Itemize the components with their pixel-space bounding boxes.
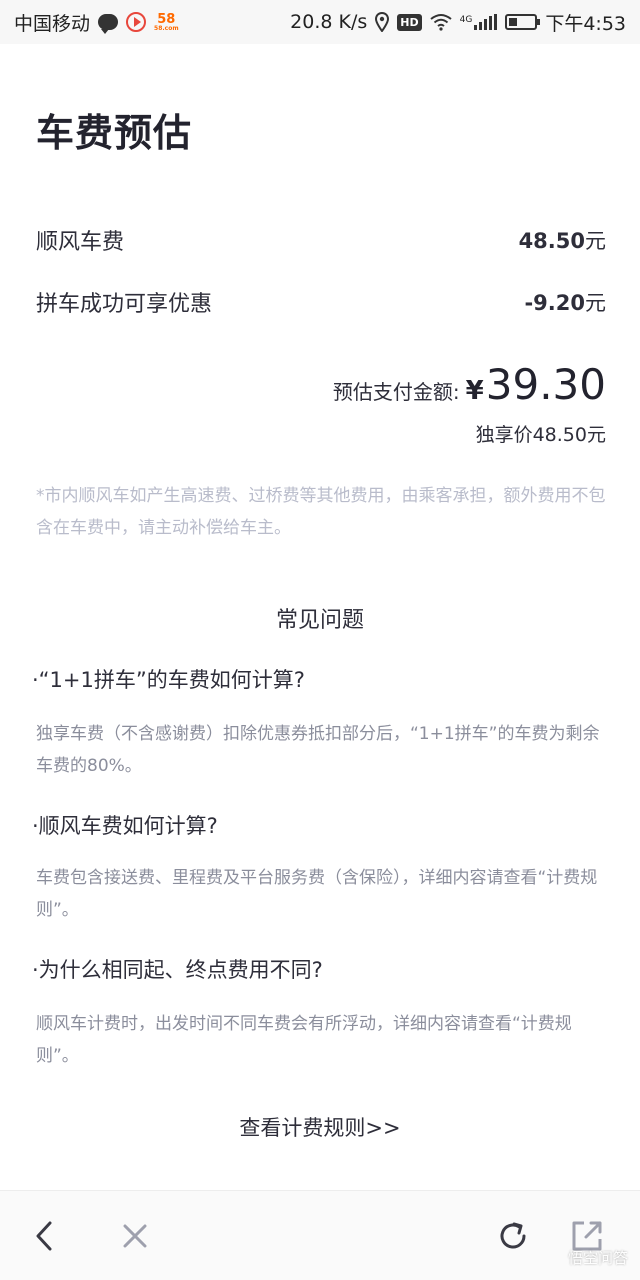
status-bar-right: 20.8 K/s HD 4G 下午4:53	[290, 9, 626, 36]
faq-answer: 独享车费（不含感谢费）扣除优惠券抵扣部分后，“1+1拼车”的车费为剩余车费的80…	[36, 724, 600, 776]
faq-question: ·顺风车费如何计算?	[32, 814, 218, 838]
payment-amount: ¥39.30	[465, 360, 606, 409]
location-icon	[375, 12, 390, 32]
fee-note: *市内顺风车如产生高速费、过桥费等其他费用，由乘客承担，额外费用不包含在车费中，…	[36, 486, 606, 538]
fee-row-ride: 顺风车费 48.50元	[36, 224, 606, 256]
wifi-icon	[430, 14, 452, 31]
clock: 下午4:53	[545, 12, 626, 35]
network-type: 4G	[459, 14, 473, 25]
faq-answer: 顺风车计费时，出发时间不同车费会有所浮动，详细内容请查看“计费规则”。	[36, 1014, 572, 1066]
status-bar: 中国移动 58 58.com 20.8 K/s HD 4G 下午4:53	[0, 0, 640, 44]
page-title: 车费预估	[36, 111, 193, 155]
fee-label: 顺风车费	[36, 230, 125, 255]
app58-icon: 58 58.com	[154, 11, 179, 32]
payment-total: 预估支付金额: ¥39.30	[333, 360, 606, 409]
chevron-left-icon[interactable]	[28, 1219, 62, 1253]
signal-icon	[474, 14, 498, 30]
fee-label: 拼车成功可享优惠	[36, 292, 213, 317]
close-icon[interactable]	[118, 1219, 152, 1253]
chat-icon	[98, 14, 119, 34]
status-bar-left: 中国移动 58 58.com	[14, 9, 179, 36]
fee-value: 48.50元	[518, 229, 606, 253]
faq-question: ·“1+1拼车”的车费如何计算?	[32, 668, 305, 692]
fee-value: -9.20元	[524, 291, 606, 315]
carrier-name: 中国移动	[14, 12, 91, 35]
payment-label: 预估支付金额:	[332, 380, 460, 404]
network-speed: 20.8 K/s	[290, 11, 368, 33]
exclusive-price: 独享价48.50元	[475, 424, 606, 446]
battery-icon	[505, 14, 541, 30]
play-icon	[126, 12, 147, 32]
faq-heading: 常见问题	[275, 608, 364, 633]
watermark: 悟空问答	[567, 1249, 628, 1267]
refresh-icon[interactable]	[496, 1219, 530, 1253]
view-fee-rules-link[interactable]: 查看计费规则>>	[0, 1112, 640, 1142]
faq-question: ·为什么相同起、终点费用不同?	[32, 958, 323, 982]
fee-row-discount: 拼车成功可享优惠 -9.20元	[36, 286, 606, 318]
bottom-toolbar: 悟空问答	[0, 1190, 640, 1280]
hd-badge: HD	[397, 13, 422, 31]
faq-answer: 车费包含接送费、里程费及平台服务费（含保险），详细内容请查看“计费规则”。	[36, 868, 598, 920]
